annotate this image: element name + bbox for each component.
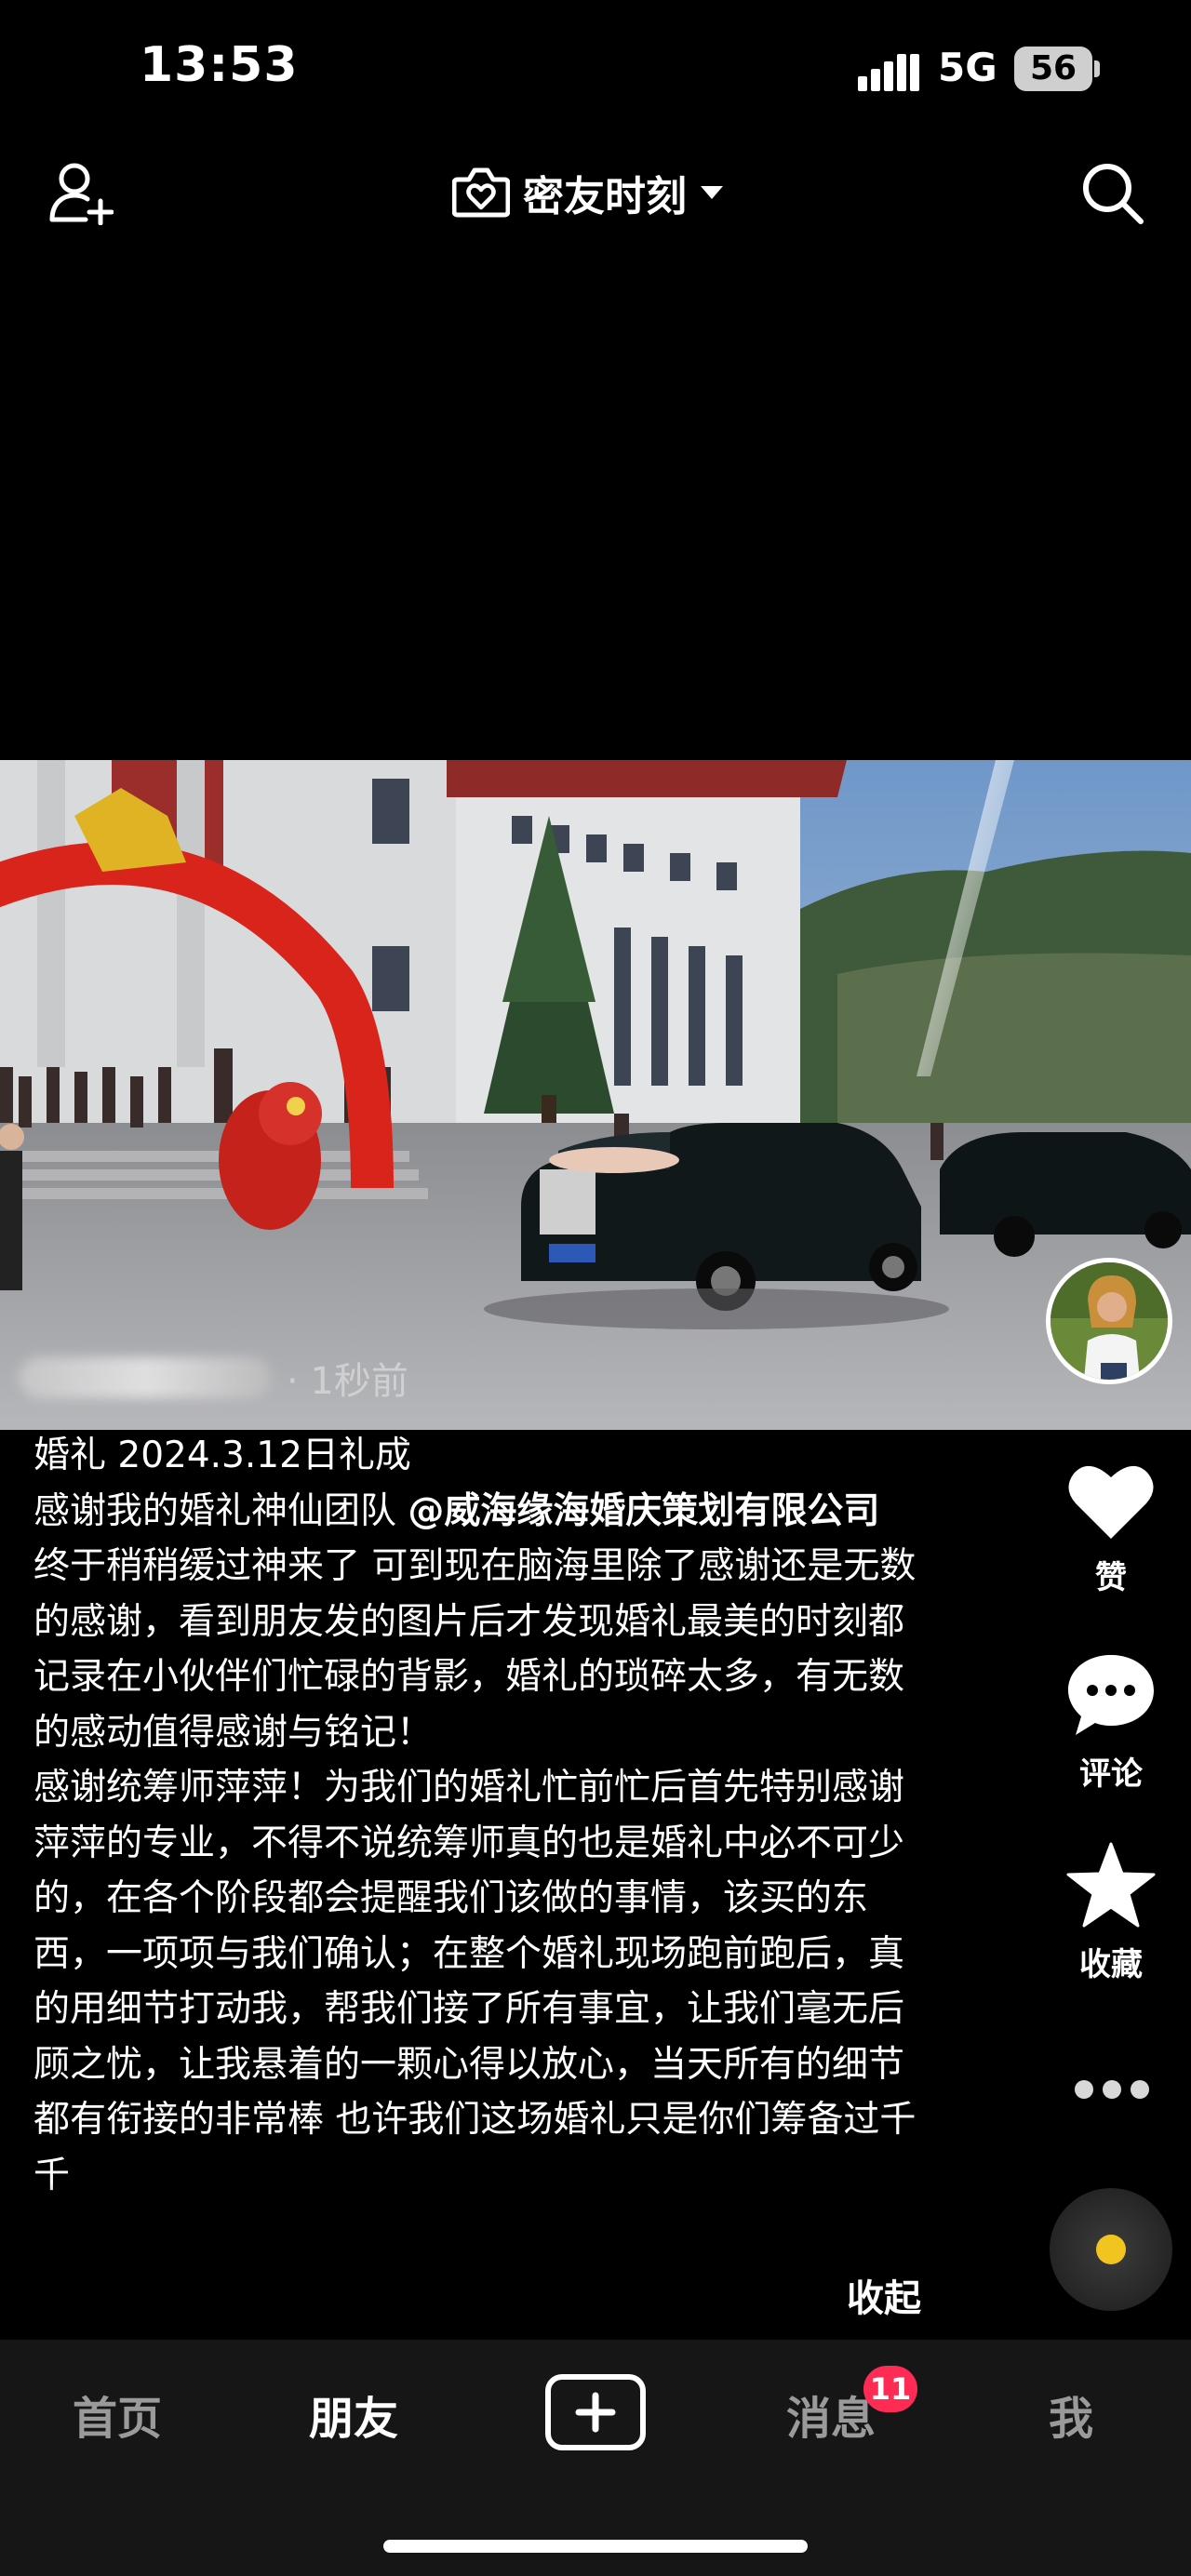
caption-line: 婚礼 2024.3.12日礼成 (33, 1435, 411, 1476)
blurred-username (19, 1357, 272, 1398)
search-icon[interactable] (1079, 160, 1146, 227)
camera-heart-icon (452, 167, 510, 218)
chevron-down-icon (701, 186, 723, 199)
poster-info: · 1秒前 (19, 1351, 408, 1405)
plus-icon (575, 2392, 616, 2433)
moments-switcher[interactable]: 密友时刻 (452, 162, 724, 223)
tab-messages[interactable]: 消息 (786, 2382, 876, 2447)
heart-icon (1068, 1465, 1154, 1539)
signal-icon (858, 54, 919, 91)
caption-fade (0, 2182, 958, 2247)
publish-button[interactable] (545, 2374, 646, 2450)
post-media[interactable] (0, 760, 1191, 1430)
network-type: 5G (938, 45, 997, 90)
like-button[interactable]: 赞 (1046, 1461, 1176, 1597)
star-icon (1066, 1842, 1156, 1928)
caption-paragraph: 终于稍稍缓过神来了 可到现在脑海里除了感谢还是无数的感谢，看到朋友发的图片后才发… (33, 1545, 917, 1754)
battery-level: 56 (1014, 47, 1092, 91)
tab-me[interactable]: 我 (1049, 2382, 1093, 2447)
mention-link[interactable]: @威海缘海婚庆策划有限公司 (408, 1490, 879, 1532)
like-label: 赞 (1095, 1559, 1127, 1596)
more-icon[interactable] (1070, 2063, 1154, 2116)
author-avatar[interactable] (1046, 1258, 1172, 1384)
moments-title: 密友时刻 (523, 173, 687, 220)
favorite-button[interactable]: 收藏 (1046, 1842, 1176, 1984)
post-caption: 婚礼 2024.3.12日礼成 感谢我的婚礼神仙团队 @威海缘海婚庆策划有限公司… (33, 1428, 936, 2242)
home-indicator (383, 2540, 808, 2553)
status-time: 13:53 (140, 37, 299, 93)
add-friend-icon[interactable] (48, 160, 114, 225)
favorite-label: 收藏 (1079, 1946, 1143, 1983)
caption-paragraph: 感谢统筹师萍萍！为我们的婚礼忙前忙后首先特别感谢萍萍的专业，不得不说统筹师真的也… (33, 1767, 917, 2196)
collapse-button[interactable]: 收起 (847, 2268, 921, 2322)
comment-label: 评论 (1079, 1755, 1143, 1793)
comment-button[interactable]: 评论 (1046, 1651, 1176, 1794)
caption-text: 感谢我的婚礼神仙团队 (33, 1489, 408, 1532)
tab-home[interactable]: 首页 (73, 2382, 162, 2447)
battery-icon: 56 (1014, 47, 1100, 91)
post-time: · 1秒前 (287, 1360, 408, 1403)
tab-friends[interactable]: 朋友 (309, 2382, 398, 2447)
messages-badge: 11 (863, 2366, 917, 2412)
comment-icon (1068, 1655, 1154, 1735)
music-disc[interactable] (1050, 2188, 1172, 2311)
caption-line: 感谢我的婚礼神仙团队 @威海缘海婚庆策划有限公司 (33, 1484, 936, 1540)
